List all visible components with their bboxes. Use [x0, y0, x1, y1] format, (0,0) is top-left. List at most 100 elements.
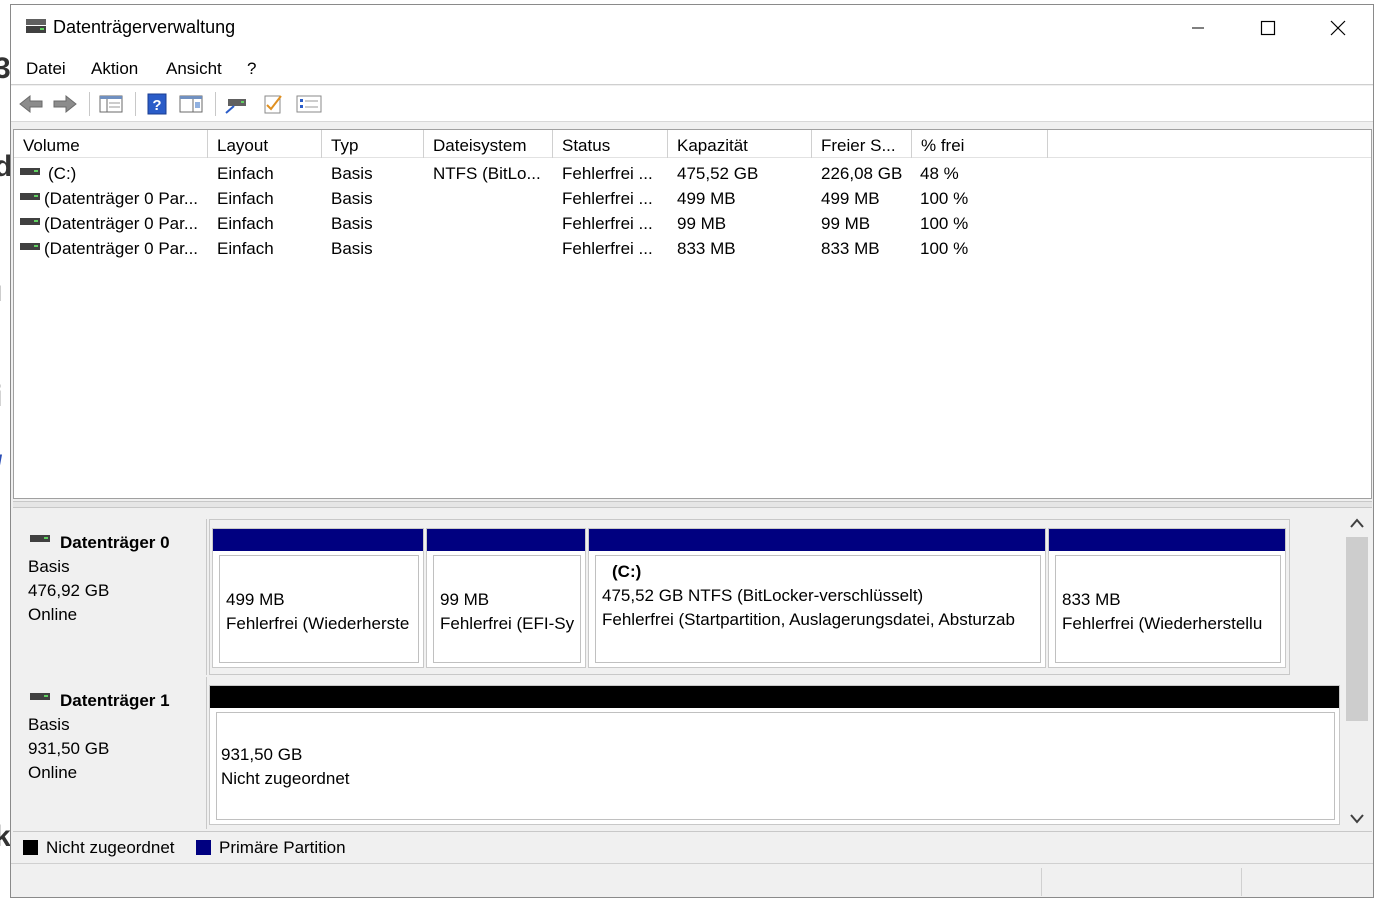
column-header-kapazitaet[interactable]: Kapazität	[668, 130, 812, 158]
volume-drive-icon	[20, 168, 40, 175]
volume-name: (Datenträger 0 Par...	[44, 189, 199, 208]
svg-text:?: ?	[152, 97, 161, 114]
partition-recovery-1[interactable]: 499 MB Fehlerfrei (Wiederherste	[212, 528, 424, 668]
volume-row[interactable]: (C:) Einfach Basis NTFS (BitLo... Fehler…	[14, 161, 1371, 186]
volume-typ: Basis	[331, 214, 373, 233]
primary-partition-bar	[427, 529, 585, 551]
disk-state: Online	[28, 605, 78, 624]
toolbar: ?	[11, 86, 1373, 122]
partition-c[interactable]: (C:) 475,52 GB NTFS (BitLocker-verschlüs…	[588, 528, 1046, 668]
partition-status: Fehlerfrei (Wiederherstellu	[1062, 614, 1263, 633]
volume-drive-icon	[20, 193, 40, 200]
disk-management-app-icon	[26, 19, 46, 33]
properties-button[interactable]	[177, 92, 205, 116]
partition-recovery-2[interactable]: 833 MB Fehlerfrei (Wiederherstellu	[1048, 528, 1286, 668]
volume-kapazitaet: 833 MB	[677, 239, 736, 258]
maximize-icon	[1260, 20, 1276, 36]
volume-row[interactable]: (Datenträger 0 Par... Einfach Basis Fehl…	[14, 211, 1371, 236]
volume-freier-speicher: 226,08 GB	[821, 164, 903, 183]
partition-status: Fehlerfrei (Startpartition, Auslagerungs…	[602, 610, 1015, 629]
back-button[interactable]	[17, 92, 45, 116]
legend-primary-swatch	[196, 840, 211, 855]
volume-layout: Einfach	[217, 239, 274, 258]
volume-prozent-frei: 100 %	[920, 189, 969, 208]
volume-kapazitaet: 475,52 GB	[677, 164, 759, 183]
disk-1-header[interactable]: Datenträger 1 Basis 931,50 GB Online	[15, 677, 207, 829]
menu-help[interactable]: ?	[247, 59, 256, 79]
unallocated-bar	[210, 686, 1339, 708]
disk-0-header[interactable]: Datenträger 0 Basis 476,92 GB Online	[15, 519, 207, 675]
partition-info: 931,50 GB Nicht zugeordnet	[221, 715, 362, 791]
disk-management-window: Datenträgerverwaltung Datei Aktion Ansic…	[10, 4, 1374, 898]
legend-primary-label: Primäre Partition	[219, 838, 346, 857]
primary-partition-bar	[1049, 529, 1285, 551]
volume-status: Fehlerfrei ...	[562, 189, 653, 208]
menu-ansicht[interactable]: Ansicht	[166, 59, 222, 79]
help-icon: ?	[147, 93, 167, 115]
legend-unallocated-swatch	[23, 840, 38, 855]
partition-size: 99 MB	[440, 590, 490, 609]
checklist-button[interactable]	[259, 92, 287, 116]
volume-layout: Einfach	[217, 164, 274, 183]
status-bar	[11, 863, 1373, 897]
column-header-volume[interactable]: Volume	[14, 130, 208, 158]
show-console-tree-button[interactable]	[97, 92, 125, 116]
volume-prozent-frei: 100 %	[920, 239, 969, 258]
connect-icon	[225, 99, 246, 114]
primary-partition-bar	[589, 529, 1045, 551]
pane-splitter[interactable]	[13, 501, 1372, 508]
disk-graphical-view: Datenträger 0 Basis 476,92 GB Online 499…	[13, 509, 1372, 829]
partition-info: 833 MB Fehlerfrei (Wiederherstellu	[1055, 555, 1281, 663]
partition-size: 499 MB	[226, 590, 285, 609]
partition-status: Fehlerfrei (EFI-Sy	[440, 614, 575, 633]
settings-list-button[interactable]	[295, 92, 323, 116]
column-header-status[interactable]: Status	[553, 130, 668, 158]
partition-unallocated[interactable]: 931,50 GB Nicht zugeordnet	[209, 685, 1340, 825]
properties-icon	[179, 95, 203, 113]
partition-title: (C:)	[612, 562, 642, 581]
connect-button[interactable]	[223, 92, 251, 116]
volume-typ: Basis	[331, 164, 373, 183]
menu-datei[interactable]: Datei	[26, 59, 66, 79]
volume-kapazitaet: 99 MB	[677, 214, 727, 233]
scrollbar-thumb[interactable]	[1346, 537, 1368, 721]
minimize-button[interactable]	[1163, 5, 1233, 51]
volume-name: (Datenträger 0 Par...	[44, 214, 199, 233]
disk-view-scrollbar[interactable]	[1344, 511, 1370, 829]
column-header-typ[interactable]: Typ	[322, 130, 424, 158]
close-button[interactable]	[1303, 5, 1373, 51]
volume-status: Fehlerfrei ...	[562, 214, 653, 233]
legend: Nicht zugeordnet Primäre Partition	[13, 831, 1372, 861]
menu-aktion[interactable]: Aktion	[91, 59, 138, 79]
column-header-prozent-frei[interactable]: % frei	[912, 130, 1048, 158]
disk-size: 931,50 GB	[28, 739, 110, 758]
partition-size: 475,52 GB NTFS (BitLocker-verschlüsselt)	[602, 586, 924, 605]
partition-efi[interactable]: 99 MB Fehlerfrei (EFI-Sy	[426, 528, 586, 668]
volume-prozent-frei: 48 %	[920, 164, 959, 183]
help-button[interactable]: ?	[143, 92, 171, 116]
status-separator	[1041, 868, 1042, 896]
partition-info: 99 MB Fehlerfrei (EFI-Sy	[433, 555, 581, 663]
close-icon	[1330, 20, 1346, 36]
disk-size: 476,92 GB	[28, 581, 110, 600]
volume-typ: Basis	[331, 189, 373, 208]
forward-button[interactable]	[51, 92, 79, 116]
partition-size: 833 MB	[1062, 590, 1121, 609]
scroll-up-icon[interactable]	[1349, 517, 1365, 529]
volume-row[interactable]: (Datenträger 0 Par... Einfach Basis Fehl…	[14, 236, 1371, 261]
scroll-down-icon[interactable]	[1349, 813, 1365, 825]
toolbar-separator	[89, 92, 90, 116]
disk-type: Basis	[28, 557, 70, 576]
column-header-freier-speicher[interactable]: Freier S...	[812, 130, 912, 158]
volume-name: (C:)	[48, 164, 77, 183]
volume-row[interactable]: (Datenträger 0 Par... Einfach Basis Fehl…	[14, 186, 1371, 211]
disk-name: Datenträger 1	[60, 691, 170, 710]
volume-layout: Einfach	[217, 189, 274, 208]
maximize-button[interactable]	[1233, 5, 1303, 51]
column-header-dateisystem[interactable]: Dateisystem	[424, 130, 553, 158]
volume-freier-speicher: 833 MB	[821, 239, 880, 258]
volume-list-header: Volume Layout Typ Dateisystem Status Kap…	[14, 130, 1371, 158]
title-bar: Datenträgerverwaltung	[11, 5, 1373, 51]
partition-info: 499 MB Fehlerfrei (Wiederherste	[219, 555, 419, 663]
column-header-layout[interactable]: Layout	[208, 130, 322, 158]
